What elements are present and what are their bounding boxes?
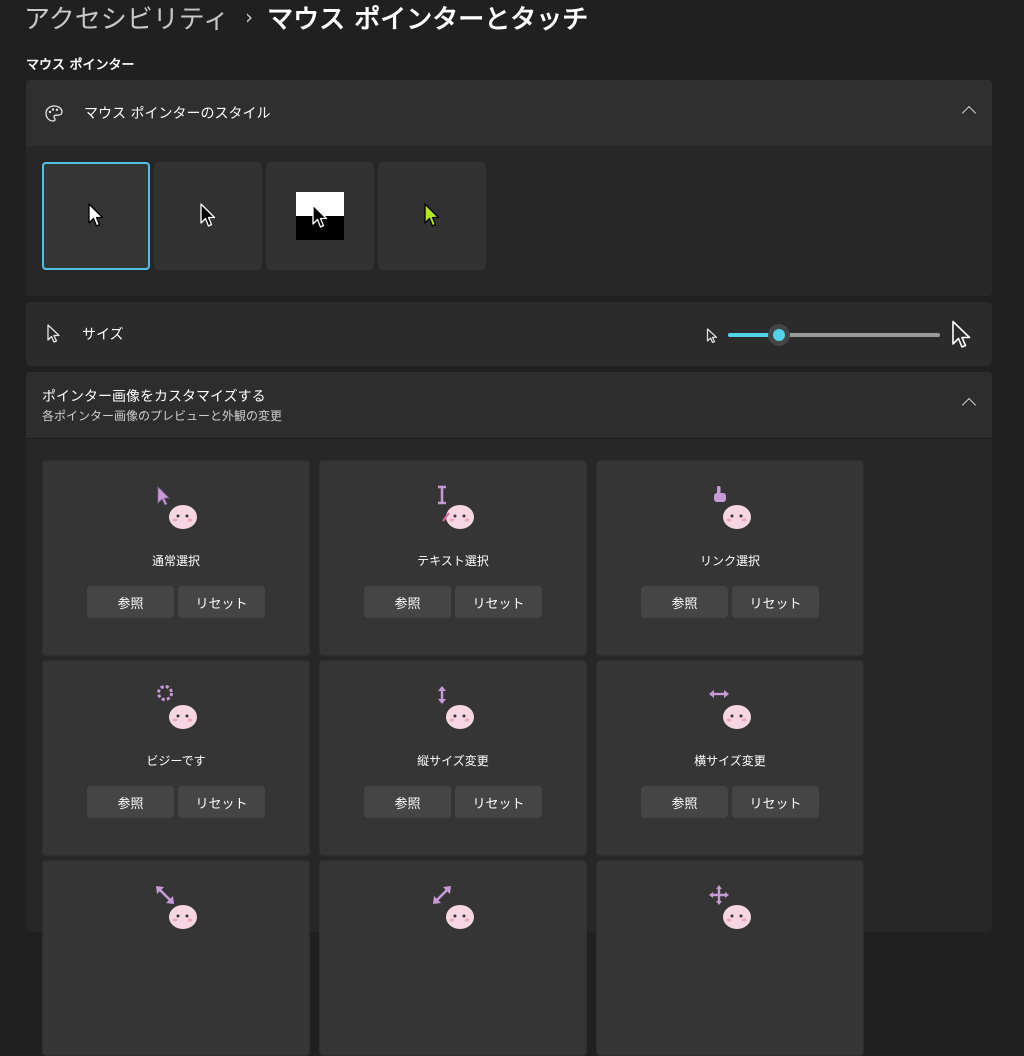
browse-button[interactable]: 参照	[87, 586, 174, 618]
black-pointer-icon	[200, 203, 216, 227]
tile-label: テキスト選択	[417, 554, 489, 568]
reset-button[interactable]: リセット	[732, 786, 819, 818]
diagonal-resize-icon	[146, 883, 206, 935]
pointer-tile	[319, 860, 587, 1056]
pointer-tile: 横サイズ変更 参照 リセット	[596, 660, 864, 856]
pointer-icon	[46, 324, 62, 348]
breadcrumb-separator: ›	[245, 5, 254, 29]
reset-button[interactable]: リセット	[732, 586, 819, 618]
style-option-custom[interactable]	[378, 162, 486, 270]
pointer-tile: ビジーです 参照 リセット	[42, 660, 310, 856]
pointer-style-options	[42, 162, 486, 270]
vertical-resize-icon	[423, 683, 483, 735]
tile-label: 横サイズ変更	[694, 754, 766, 768]
tile-label: リンク選択	[699, 554, 760, 568]
white-pointer-icon	[88, 203, 104, 227]
style-option-inverted[interactable]	[266, 162, 374, 270]
pointer-style-card: マウス ポインターのスタイル	[26, 80, 992, 296]
pointer-tile: テキスト選択 参照 リセット	[319, 460, 587, 656]
browse-button[interactable]: 参照	[641, 786, 728, 818]
pointer-size-label: サイズ	[82, 327, 124, 343]
slider-thumb[interactable]	[767, 324, 790, 346]
arrow-cursor-icon	[146, 483, 206, 535]
customize-title: ポインター画像をカスタマイズする	[42, 389, 266, 405]
chevron-up-icon[interactable]	[961, 397, 977, 413]
customize-pointer-header[interactable]: ポインター画像をカスタマイズする 各ポインター画像のプレビューと外観の変更	[26, 372, 992, 439]
inverted-pointer-preview	[296, 192, 344, 240]
section-heading: マウス ポインター	[26, 58, 135, 73]
breadcrumb-parent[interactable]: アクセシビリティ	[24, 0, 229, 36]
pointer-style-label: マウス ポインターのスタイル	[84, 106, 271, 122]
slider-track[interactable]	[728, 324, 940, 346]
reset-button[interactable]: リセット	[178, 786, 265, 818]
custom-color-pointer-icon	[424, 203, 440, 227]
tile-label: 縦サイズ変更	[417, 754, 489, 768]
small-pointer-icon	[706, 328, 718, 348]
style-option-white[interactable]	[42, 162, 150, 270]
tile-label: 通常選択	[151, 554, 200, 568]
hand-cursor-icon	[700, 483, 760, 535]
pointer-image-grid: 通常選択 参照 リセット テキスト選択 参照 リセット リンク選択 参照 リセッ…	[42, 460, 864, 1056]
busy-cursor-icon	[146, 683, 206, 735]
inverted-pointer-icon	[312, 204, 328, 228]
browse-button[interactable]: 参照	[641, 586, 728, 618]
chevron-up-icon[interactable]	[961, 105, 977, 121]
browse-button[interactable]: 参照	[364, 586, 451, 618]
tile-label: ビジーです	[146, 754, 206, 768]
pointer-style-header[interactable]: マウス ポインターのスタイル	[26, 80, 992, 146]
pointer-size-slider[interactable]	[706, 318, 976, 352]
horizontal-resize-icon	[700, 683, 760, 735]
breadcrumb: アクセシビリティ › マウス ポインターとタッチ	[24, 0, 589, 36]
palette-icon	[44, 104, 64, 128]
pointer-tile: 縦サイズ変更 参照 リセット	[319, 660, 587, 856]
style-option-black[interactable]	[154, 162, 262, 270]
large-pointer-icon	[951, 320, 973, 354]
pointer-tile: リンク選択 参照 リセット	[596, 460, 864, 656]
customize-pointer-card: ポインター画像をカスタマイズする 各ポインター画像のプレビューと外観の変更 通常…	[26, 372, 992, 1056]
pointer-tile	[596, 860, 864, 1056]
pointer-tile: 通常選択 参照 リセット	[42, 460, 310, 656]
browse-button[interactable]: 参照	[364, 786, 451, 818]
reset-button[interactable]: リセット	[178, 586, 265, 618]
pointer-size-card: サイズ	[26, 302, 992, 366]
reset-button[interactable]: リセット	[455, 786, 542, 818]
customize-subtitle: 各ポインター画像のプレビューと外観の変更	[42, 409, 283, 423]
pointer-tile	[42, 860, 310, 1056]
browse-button[interactable]: 参照	[87, 786, 174, 818]
text-cursor-icon	[423, 483, 483, 535]
page-title: マウス ポインターとタッチ	[267, 4, 589, 35]
reset-button[interactable]: リセット	[455, 586, 542, 618]
move-cursor-icon	[700, 883, 760, 935]
diagonal-resize-alt-icon	[423, 883, 483, 935]
